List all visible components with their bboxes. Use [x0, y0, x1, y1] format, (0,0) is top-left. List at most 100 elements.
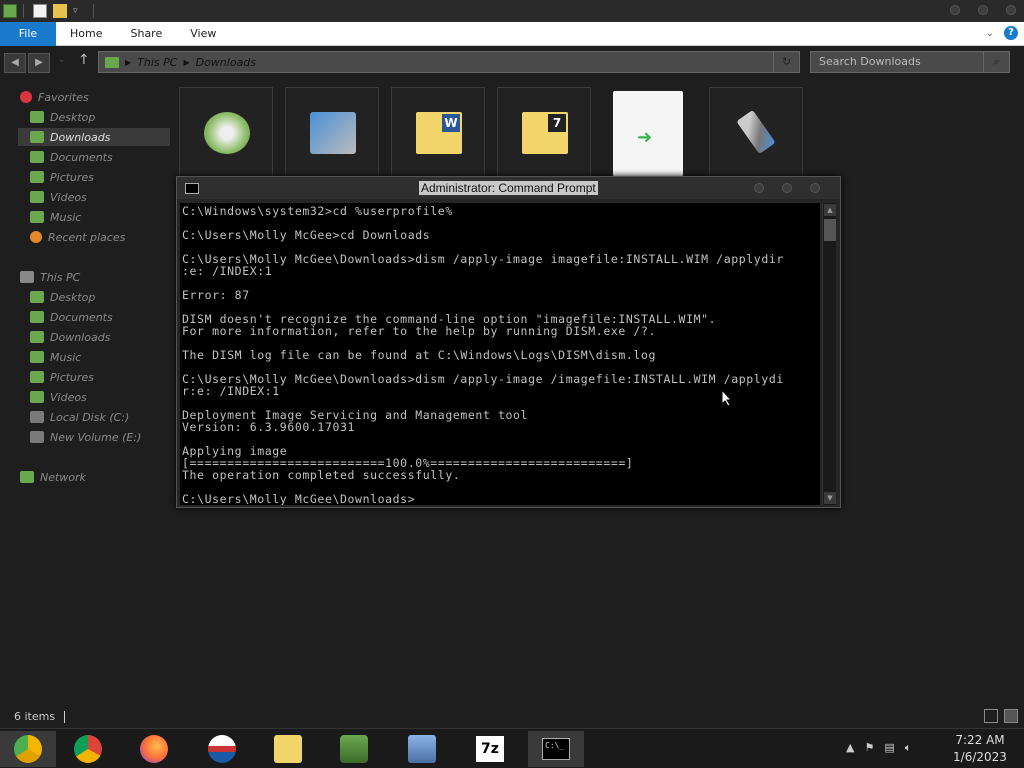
sidebar-item-pictures[interactable]: Pictures [18, 168, 170, 186]
sidebar-item-pc-pictures[interactable]: Pictures [18, 368, 170, 386]
sidebar-item-pc-music[interactable]: Music [18, 348, 170, 366]
taskbar-command-prompt[interactable]: C:\_ [528, 731, 584, 767]
console-line: C:\Users\Molly McGee\Downloads>_ [182, 492, 423, 505]
clock-time: 7:22 AM [955, 733, 1005, 747]
sidebar-item-local-disk-c[interactable]: Local Disk (C:) [18, 408, 170, 426]
search-input[interactable]: Search Downloads ⌕ [810, 51, 1010, 73]
ribbon-tabs: File Home Share View ⌄ ? [0, 21, 1024, 46]
7zip-icon: 7z [476, 736, 504, 762]
sidebar-item-label: Downloads [50, 330, 111, 344]
help-icon[interactable]: ? [1004, 26, 1018, 40]
forward-button[interactable]: ▶ [28, 53, 50, 73]
file-item[interactable] [179, 87, 273, 179]
sidebar-header-favorites[interactable]: Favorites [20, 88, 170, 106]
tab-share[interactable]: Share [116, 22, 176, 46]
7zip-folder-icon: 7 [522, 112, 568, 154]
taskbar-remote-desktop[interactable] [394, 731, 450, 767]
sidebar-item-videos[interactable]: Videos [18, 188, 170, 206]
scroll-thumb[interactable] [824, 219, 836, 241]
scroll-up-icon[interactable]: ▲ [824, 204, 836, 216]
tab-view[interactable]: View [176, 22, 230, 46]
file-item[interactable]: 7 [497, 87, 591, 179]
breadcrumb-this-pc[interactable]: This PC [137, 56, 177, 69]
details-view-icon[interactable] [984, 709, 998, 723]
sidebar-item-pc-downloads[interactable]: Downloads [18, 328, 170, 346]
tab-file[interactable]: File [0, 21, 56, 46]
folder-app-icon[interactable] [3, 4, 17, 18]
taskbar-chrome[interactable] [60, 731, 116, 767]
back-button[interactable]: ◀ [4, 53, 26, 73]
taskbar-file-explorer[interactable] [260, 731, 316, 767]
file-item[interactable] [285, 87, 379, 179]
file-item[interactable]: ➜ [603, 87, 697, 179]
system-clock[interactable]: 7:22 AM 1/6/2023 [940, 732, 1020, 766]
new-folder-icon[interactable] [53, 4, 67, 18]
sidebar-item-pc-documents[interactable]: Documents [18, 308, 170, 326]
scroll-down-icon[interactable]: ▼ [824, 492, 836, 504]
desktop-folder-icon [30, 291, 44, 303]
show-hidden-icons-chevron-icon[interactable]: ▲ [846, 741, 854, 755]
cmd-title-bar[interactable]: Administrator: Command Prompt [177, 177, 840, 199]
volume-icon[interactable]: 🔈︎ [905, 741, 912, 755]
sidebar-item-label: Desktop [50, 110, 96, 124]
network-status-icon[interactable]: ▤ [884, 741, 894, 755]
sidebar-item-pc-desktop[interactable]: Desktop [18, 288, 170, 306]
search-icon[interactable]: ⌕ [983, 52, 1009, 72]
sidebar-item-desktop[interactable]: Desktop [18, 108, 170, 126]
tab-home[interactable]: Home [56, 22, 116, 46]
navigation-bar: ◀ ▶ ⌄ ↑ ▶ This PC ▶ Downloads ↻ Search D… [0, 46, 1024, 78]
computer-icon [20, 271, 34, 283]
desktop-folder-icon [30, 111, 44, 123]
drive-icon [30, 431, 44, 443]
cmd-maximize-button[interactable] [782, 183, 792, 193]
cmd-window-icon [185, 183, 199, 194]
address-bar[interactable]: ▶ This PC ▶ Downloads ↻ [98, 51, 800, 73]
console-line: Version: 6.3.9600.17031 [182, 420, 356, 434]
mouse-cursor-icon [721, 389, 733, 407]
cmd-minimize-button[interactable] [754, 183, 764, 193]
maximize-button[interactable] [978, 5, 988, 15]
sidebar-header-label: This PC [40, 270, 81, 284]
sidebar-item-downloads[interactable]: Downloads [18, 128, 170, 146]
command-prompt-icon: C:\_ [542, 738, 570, 760]
properties-icon[interactable] [33, 4, 47, 18]
cmd-scrollbar[interactable]: ▲ ▼ [822, 203, 836, 505]
file-item[interactable] [709, 87, 803, 179]
console-line: Error: 87 [182, 288, 250, 302]
sidebar-item-pc-videos[interactable]: Videos [18, 388, 170, 406]
sidebar-header-network[interactable]: Network [20, 468, 170, 486]
large-icons-view-icon[interactable] [1004, 709, 1018, 723]
taskbar-7zip[interactable]: 7z [462, 731, 518, 767]
sidebar-item-new-volume-e[interactable]: New Volume (E:) [18, 428, 170, 446]
sidebar-item-documents[interactable]: Documents [18, 148, 170, 166]
sidebar-item-recent-places[interactable]: Recent places [18, 228, 170, 246]
cmd-window-controls [754, 183, 820, 193]
quick-access-separator-2 [93, 4, 94, 18]
folder-location-icon [105, 56, 119, 68]
console-line: The operation completed successfully. [182, 468, 461, 482]
taskbar-chrome-canary[interactable] [0, 731, 56, 767]
cmd-console-output[interactable]: C:\Windows\system32>cd %userprofile% C:\U… [180, 203, 820, 505]
clock-date: 1/6/2023 [953, 750, 1007, 764]
action-center-flag-icon[interactable]: ⚑ [864, 741, 874, 755]
minimize-button[interactable] [950, 5, 960, 15]
taskbar-firefox[interactable] [126, 731, 182, 767]
sidebar-item-music[interactable]: Music [18, 208, 170, 226]
cmd-window-title: Administrator: Command Prompt [419, 181, 598, 195]
downloads-folder-icon [30, 331, 44, 343]
breadcrumb-separator-icon: ▶ [183, 57, 190, 67]
recent-locations-chevron-icon[interactable]: ⌄ [58, 55, 66, 65]
file-item[interactable]: W [391, 87, 485, 179]
taskbar-obama-logo[interactable] [194, 731, 250, 767]
downloads-folder-icon [30, 131, 44, 143]
expand-ribbon-chevron-icon[interactable]: ⌄ [986, 28, 994, 39]
command-prompt-window[interactable]: Administrator: Command Prompt C:\Windows… [176, 176, 841, 508]
close-button[interactable] [1006, 5, 1016, 15]
cmd-close-button[interactable] [810, 183, 820, 193]
taskbar-network-users[interactable] [326, 731, 382, 767]
breadcrumb-downloads[interactable]: Downloads [196, 56, 256, 69]
up-arrow-icon[interactable]: ↑ [78, 52, 90, 68]
customize-toolbar-chevron-icon[interactable]: ▿ [73, 4, 87, 18]
sidebar-header-this-pc[interactable]: This PC [20, 268, 170, 286]
refresh-icon[interactable]: ↻ [773, 52, 799, 72]
